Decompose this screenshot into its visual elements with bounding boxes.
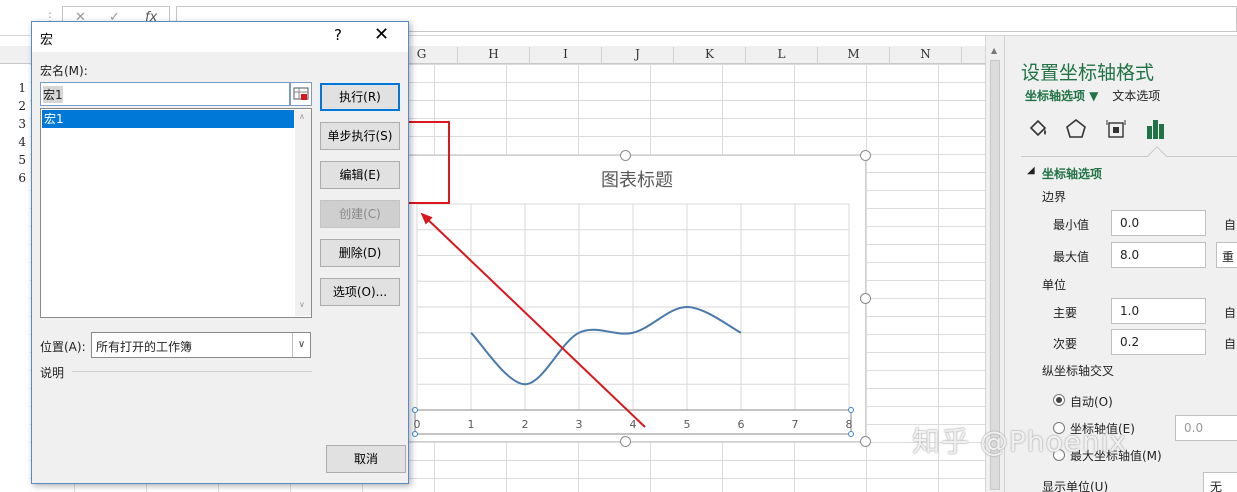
max-label: 最大值: [1053, 250, 1090, 264]
min-label: 最小值: [1053, 218, 1090, 232]
location-label: 位置(A):: [40, 340, 86, 354]
macro-list[interactable]: 宏1 ∧ ∨: [40, 108, 312, 318]
x-tick-label: 3: [576, 418, 583, 431]
pentagon-icon[interactable]: [1063, 116, 1089, 142]
radio-auto-label: 自动(O): [1070, 395, 1113, 409]
chart-resize-handle-right[interactable]: [860, 293, 871, 304]
chart-resize-handle-bottom[interactable]: [620, 436, 631, 447]
axis-value-input: 0.0: [1175, 415, 1237, 441]
chart-resize-handle-top[interactable]: [620, 150, 631, 161]
min-auto-button[interactable]: 自: [1224, 216, 1236, 233]
help-button[interactable]: ?: [334, 26, 342, 44]
list-item[interactable]: 宏1: [42, 110, 294, 128]
step-into-button[interactable]: 单步执行(S): [320, 122, 400, 150]
row-header-3[interactable]: 3: [0, 117, 26, 135]
create-button: 创建(C): [320, 200, 400, 228]
x-tick-label: 2: [522, 418, 529, 431]
max-input[interactable]: 8.0: [1111, 242, 1206, 268]
row-header-6[interactable]: 6: [0, 171, 26, 189]
dialog-title: 宏: [40, 33, 54, 48]
macro-picker-button[interactable]: [290, 82, 312, 106]
cross-label: 纵坐标轴交叉: [1042, 364, 1115, 378]
x-tick-label: 8: [846, 418, 853, 431]
pane-title: 设置坐标轴格式: [1021, 62, 1155, 84]
scroll-up-icon[interactable]: ▲: [991, 46, 997, 55]
minor-auto-button[interactable]: 自: [1224, 335, 1236, 352]
row-header-5[interactable]: 5: [0, 153, 26, 171]
x-tick-label: 1: [468, 418, 475, 431]
column-header-j[interactable]: J: [602, 47, 674, 64]
description-label: 说明: [40, 366, 65, 380]
chart-resize-handle-bottom-right[interactable]: [860, 436, 871, 447]
column-header-i[interactable]: I: [530, 47, 602, 64]
macro-name-value: 宏1: [43, 86, 63, 103]
chart-resize-handle-top-right[interactable]: [860, 150, 871, 161]
axis-handle: [848, 431, 854, 437]
fill-bucket-icon[interactable]: [1025, 116, 1051, 142]
minor-label: 次要: [1053, 337, 1078, 351]
line-chart[interactable]: 0 1 2 3 4 5 6 7 8 图表标题: [408, 155, 866, 442]
major-label: 主要: [1053, 306, 1078, 320]
row-header: 1 2 3 4 5 6: [0, 64, 30, 492]
column-header-k[interactable]: K: [674, 47, 746, 64]
macro-dialog: 宏 ? ✕ 宏名(M): 宏1 宏1 ∧ ∨ 执行(R) 单步执行(S) 编辑(…: [31, 21, 409, 484]
range-picker-icon: [293, 87, 309, 100]
chart-title[interactable]: 图表标题: [409, 166, 865, 192]
cancel-button[interactable]: 取消: [326, 445, 406, 473]
pane-divider: [1021, 156, 1237, 157]
description-divider: [72, 371, 312, 372]
dialog-titlebar[interactable]: 宏 ? ✕: [32, 22, 408, 52]
column-header-h[interactable]: H: [458, 47, 530, 64]
radio-auto[interactable]: [1053, 394, 1065, 406]
axis-handle: [412, 431, 418, 437]
chevron-up-icon[interactable]: ∧: [299, 112, 305, 121]
axis-handle: [412, 407, 418, 413]
column-header-n[interactable]: N: [890, 47, 962, 64]
collapse-triangle-icon[interactable]: ◢: [1027, 165, 1035, 176]
options-button[interactable]: 选项(O)...: [320, 278, 400, 306]
x-tick-label: 0: [414, 418, 421, 431]
tab-axis-options[interactable]: 坐标轴选项 ▼: [1025, 89, 1098, 103]
display-units-select[interactable]: 无: [1203, 472, 1237, 492]
chart-plot: 0 1 2 3 4 5 6 7 8: [412, 203, 854, 437]
pane-icon-row: [1025, 116, 1237, 146]
column-header-l[interactable]: L: [746, 47, 818, 64]
row-header-4[interactable]: 4: [0, 135, 26, 153]
bounds-label: 边界: [1042, 190, 1067, 204]
row-header-1[interactable]: 1: [0, 81, 26, 99]
row-header-2[interactable]: 2: [0, 99, 26, 117]
pane-tabs: 坐标轴选项 ▼ 文本选项: [1025, 87, 1160, 104]
run-button[interactable]: 执行(R): [320, 83, 400, 111]
minor-input[interactable]: 0.2: [1111, 329, 1206, 355]
units-label: 单位: [1042, 278, 1067, 292]
tab-text-options[interactable]: 文本选项: [1112, 89, 1160, 103]
size-properties-icon[interactable]: [1103, 116, 1129, 142]
series-line: [470, 305, 742, 386]
x-tick-label: 5: [684, 418, 691, 431]
macro-name-label: 宏名(M):: [40, 64, 88, 78]
max-reset-button[interactable]: 重: [1216, 242, 1237, 268]
major-auto-button[interactable]: 自: [1224, 304, 1236, 321]
axis-handle: [848, 407, 854, 413]
x-tick-label: 6: [738, 418, 745, 431]
location-select[interactable]: 所有打开的工作簿 ∨: [91, 332, 311, 358]
tab-indicator: [1147, 146, 1167, 166]
watermark: 知乎 @Phoenix: [912, 425, 1127, 458]
major-input[interactable]: 1.0: [1111, 298, 1206, 324]
x-tick-label: 4: [630, 418, 637, 431]
edit-button[interactable]: 编辑(E): [320, 161, 400, 189]
list-scrollbar[interactable]: ∧ ∨: [295, 110, 311, 316]
min-input[interactable]: 0.0: [1111, 210, 1206, 236]
column-header-m[interactable]: M: [818, 47, 890, 64]
section-axis-options[interactable]: 坐标轴选项: [1042, 165, 1102, 182]
bar-chart-icon[interactable]: [1143, 116, 1169, 142]
delete-button[interactable]: 删除(D): [320, 239, 400, 267]
chevron-down-icon[interactable]: ∨: [292, 333, 310, 357]
location-value: 所有打开的工作簿: [96, 340, 193, 354]
x-tick-label: 7: [792, 418, 799, 431]
chevron-down-icon[interactable]: ∨: [299, 300, 305, 309]
display-units-label: 显示单位(U): [1042, 480, 1109, 492]
macro-name-input[interactable]: 宏1: [40, 82, 290, 106]
close-button[interactable]: ✕: [374, 24, 389, 45]
